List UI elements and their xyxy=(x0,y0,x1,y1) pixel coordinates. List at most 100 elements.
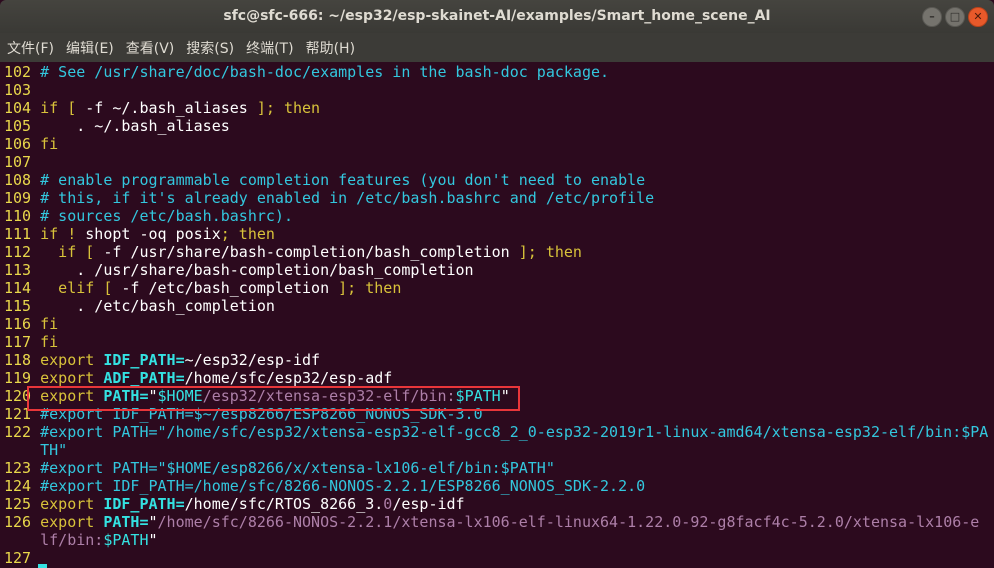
line-text: #export PATH="$HOME/esp8266/x/xtensa-lx1… xyxy=(40,459,988,477)
code-token: ]; then xyxy=(518,243,582,261)
code-token: # sources /etc/bash.bashrc). xyxy=(40,207,293,225)
code-line: 102 # See /usr/share/doc/bash-doc/example… xyxy=(4,63,988,81)
close-button[interactable]: ✕ xyxy=(968,7,988,27)
text-cursor xyxy=(38,564,47,568)
window-title: sfc@sfc-666: ~/esp32/esp-skainet-AI/exam… xyxy=(223,8,771,24)
line-number: 125 xyxy=(4,495,32,513)
code-token: /home/sfc/RTOS_8266_3. xyxy=(184,495,384,513)
code-token: ; then xyxy=(220,225,275,243)
code-line: 122 #export PATH="/home/sfc/esp32/xtensa-… xyxy=(4,423,988,459)
line-number: 119 xyxy=(4,369,32,387)
line-text xyxy=(40,549,988,567)
highlight-box xyxy=(27,386,520,411)
line-number: 102 xyxy=(4,63,32,81)
code-line: 110 # sources /etc/bash.bashrc). xyxy=(4,207,988,225)
code-token: -f /usr/share/bash-completion/bash_compl… xyxy=(103,243,519,261)
code-token: -f ~/.bash_aliases xyxy=(85,99,257,117)
code-line: 119 export ADF_PATH=/home/sfc/esp32/esp-a… xyxy=(4,369,988,387)
code-token: /home/sfc/esp32/esp-adf xyxy=(184,369,393,387)
line-text: . /etc/bash_completion xyxy=(40,297,988,315)
code-token: " xyxy=(148,531,158,549)
code-line: 109 # this, if it's already enabled in /e… xyxy=(4,189,988,207)
code-token: . /etc/bash_completion xyxy=(40,297,275,315)
line-number: 107 xyxy=(4,153,32,171)
line-text: export ADF_PATH=/home/sfc/esp32/esp-adf xyxy=(40,369,988,387)
menu-help[interactable]: 帮助(H) xyxy=(306,38,355,58)
line-number: 123 xyxy=(4,459,32,477)
line-text xyxy=(40,153,988,171)
code-token: ]; then xyxy=(338,279,402,297)
code-token: # See /usr/share/doc/bash-doc/examples i… xyxy=(40,63,610,81)
line-number: 124 xyxy=(4,477,32,495)
code-token: /esp-idf xyxy=(392,495,465,513)
code-token: $PATH xyxy=(103,531,149,549)
code-line: 126 export PATH="/home/sfc/8266-NONOS-2.2… xyxy=(4,513,988,549)
menu-edit[interactable]: 编辑(E) xyxy=(66,38,114,58)
line-number: 106 xyxy=(4,135,32,153)
line-number: 118 xyxy=(4,351,32,369)
code-token: #export PATH="$HOME/esp8266/x/xtensa-lx1… xyxy=(40,459,555,477)
code-token: IDF_PATH= xyxy=(103,351,185,369)
menu-view[interactable]: 查看(V) xyxy=(126,38,175,58)
line-number: 104 xyxy=(4,99,32,117)
line-number: 117 xyxy=(4,333,32,351)
code-token: 0 xyxy=(383,495,393,513)
code-token: PATH= xyxy=(103,513,149,531)
terminal-editor[interactable]: 102 # See /usr/share/doc/bash-doc/example… xyxy=(4,63,988,567)
line-number: 127 xyxy=(4,549,32,567)
code-line: 105 . ~/.bash_aliases xyxy=(4,117,988,135)
code-token: if ! xyxy=(40,225,86,243)
code-token: ]; then xyxy=(256,99,321,117)
line-number: 108 xyxy=(4,171,32,189)
code-token: IDF_PATH= xyxy=(103,495,185,513)
line-number: 112 xyxy=(4,243,32,261)
menu-terminal[interactable]: 终端(T) xyxy=(246,38,293,58)
code-token: #export PATH="/home/sfc/esp32/xtensa-esp… xyxy=(40,423,989,459)
line-text: export IDF_PATH=/home/sfc/RTOS_8266_3.0/… xyxy=(40,495,988,513)
code-token: # this, if it's already enabled in /etc/… xyxy=(40,189,655,207)
code-token: #export IDF_PATH=/home/sfc/8266-NONOS-2.… xyxy=(40,477,646,495)
line-number: 115 xyxy=(4,297,32,315)
code-token: fi xyxy=(40,135,59,153)
code-line: 116 fi xyxy=(4,315,988,333)
line-text: if [ -f ~/.bash_aliases ]; then xyxy=(40,99,988,117)
line-text: if ! shopt -oq posix; then xyxy=(40,225,988,243)
line-text: # enable programmable completion feature… xyxy=(40,171,988,189)
line-text: fi xyxy=(40,135,988,153)
code-line: 127 xyxy=(4,549,988,567)
code-line: 117 fi xyxy=(4,333,988,351)
menu-file[interactable]: 文件(F) xyxy=(7,38,54,58)
code-token: elif [ xyxy=(40,279,122,297)
line-number: 103 xyxy=(4,81,32,99)
code-line: 124 #export IDF_PATH=/home/sfc/8266-NONOS… xyxy=(4,477,988,495)
code-line: 118 export IDF_PATH=~/esp32/esp-idf xyxy=(4,351,988,369)
code-token: export xyxy=(40,369,104,387)
code-token: -f /etc/bash_completion xyxy=(121,279,339,297)
code-line: 106 fi xyxy=(4,135,988,153)
minimize-button[interactable]: – xyxy=(922,7,942,27)
line-number: 111 xyxy=(4,225,32,243)
line-text: . /usr/share/bash-completion/bash_comple… xyxy=(40,261,988,279)
code-token: . /usr/share/bash-completion/bash_comple… xyxy=(40,261,474,279)
code-token: export xyxy=(40,351,104,369)
code-token: if [ xyxy=(40,99,86,117)
line-text: fi xyxy=(40,333,988,351)
line-text: # this, if it's already enabled in /etc/… xyxy=(40,189,988,207)
window-titlebar: sfc@sfc-666: ~/esp32/esp-skainet-AI/exam… xyxy=(0,0,994,33)
code-line: 113 . /usr/share/bash-completion/bash_co… xyxy=(4,261,988,279)
line-text: export PATH="/home/sfc/8266-NONOS-2.2.1/… xyxy=(40,513,988,549)
maximize-button[interactable]: □ xyxy=(945,7,965,27)
code-token: ~/esp32/esp-idf xyxy=(184,351,321,369)
line-text: # See /usr/share/doc/bash-doc/examples i… xyxy=(40,63,988,81)
line-text: # sources /etc/bash.bashrc). xyxy=(40,207,988,225)
line-text: #export IDF_PATH=/home/sfc/8266-NONOS-2.… xyxy=(40,477,988,495)
line-number: 105 xyxy=(4,117,32,135)
line-text: #export PATH="/home/sfc/esp32/xtensa-esp… xyxy=(40,423,988,459)
menu-search[interactable]: 搜索(S) xyxy=(186,38,234,58)
code-line: 115 . /etc/bash_completion xyxy=(4,297,988,315)
line-number: 109 xyxy=(4,189,32,207)
menu-bar: 文件(F) 编辑(E) 查看(V) 搜索(S) 终端(T) 帮助(H) xyxy=(0,33,994,62)
code-line: 114 elif [ -f /etc/bash_completion ]; th… xyxy=(4,279,988,297)
code-line: 107 xyxy=(4,153,988,171)
line-text: fi xyxy=(40,315,988,333)
